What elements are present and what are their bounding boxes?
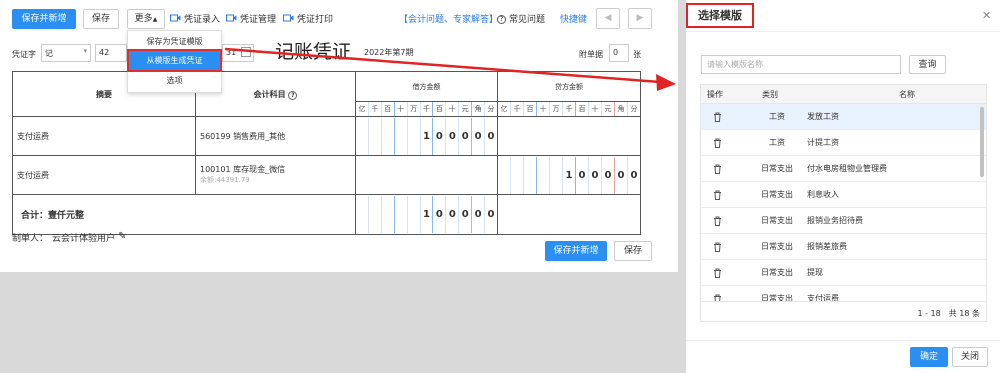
template-row[interactable]: 日常支出 报销业务招待费 — [701, 208, 986, 234]
template-rows[interactable]: 工资 发放工资 工资 计提工资 日常支出 付水电房租物业管理费 日常支出 利息收入 日常支出 报销… — [701, 104, 986, 301]
col-category: 类别 — [762, 90, 778, 99]
trash-icon[interactable] — [713, 286, 722, 301]
template-row[interactable]: 日常支出 支付运费 — [701, 286, 986, 301]
trash-icon[interactable] — [713, 156, 722, 182]
scrollbar-thumb[interactable] — [980, 107, 984, 177]
template-category: 日常支出 — [761, 242, 793, 251]
search-placeholder: 请输入模版名称 — [707, 60, 763, 69]
col-op: 操作 — [707, 90, 723, 99]
close-button[interactable]: 关闭 — [952, 347, 988, 367]
trash-icon[interactable] — [713, 130, 722, 156]
trash-icon[interactable] — [713, 234, 722, 260]
template-category: 日常支出 — [761, 216, 793, 225]
template-category: 日常支出 — [761, 164, 793, 173]
template-name: 提现 — [807, 268, 823, 277]
template-name: 利息收入 — [807, 190, 839, 199]
trash-icon[interactable] — [713, 208, 722, 234]
confirm-button[interactable]: 确定 — [910, 347, 948, 367]
template-name: 计提工资 — [807, 138, 839, 147]
template-category: 日常支出 — [761, 190, 793, 199]
template-category: 日常支出 — [761, 294, 793, 301]
template-name: 发放工资 — [807, 112, 839, 121]
template-table-header: 操作 类别 名称 — [701, 85, 986, 104]
template-row[interactable]: 工资 发放工资 — [701, 104, 986, 130]
trash-icon[interactable] — [713, 182, 722, 208]
template-row[interactable]: 日常支出 提现 — [701, 260, 986, 286]
template-search-input[interactable]: 请输入模版名称 — [701, 55, 901, 74]
template-row[interactable]: 日常支出 利息收入 — [701, 182, 986, 208]
template-category: 日常支出 — [761, 268, 793, 277]
dialog-footer-divider — [686, 340, 1000, 341]
template-row[interactable]: 工资 计提工资 — [701, 130, 986, 156]
dialog-title: 选择模版 — [686, 3, 754, 28]
query-button[interactable]: 查询 — [909, 55, 946, 74]
trash-icon[interactable] — [713, 104, 722, 130]
template-category: 工资 — [769, 112, 785, 121]
template-name: 报销差旅费 — [807, 242, 847, 251]
template-row[interactable]: 日常支出 报销差旅费 — [701, 234, 986, 260]
pagination: 1 - 18 共 18 条 — [701, 301, 986, 321]
close-icon[interactable]: ✕ — [982, 9, 991, 22]
template-name: 付水电房租物业管理费 — [807, 164, 887, 173]
trash-icon[interactable] — [713, 260, 722, 286]
template-table: 操作 类别 名称 工资 发放工资 工资 计提工资 日常支出 付水电房租物业管理费 日常支出利… — [700, 84, 987, 322]
template-category: 工资 — [769, 138, 785, 147]
template-name: 支付运费 — [807, 294, 839, 301]
template-name: 报销业务招待费 — [807, 216, 863, 225]
col-name: 名称 — [899, 90, 915, 99]
template-row[interactable]: 日常支出 付水电房租物业管理费 — [701, 156, 986, 182]
